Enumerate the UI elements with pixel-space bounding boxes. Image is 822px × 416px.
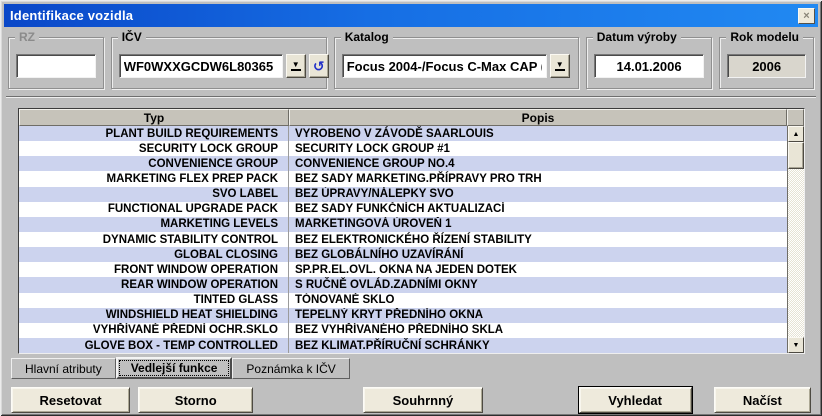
typ-cell: WINDSHIELD HEAT SHIELDING (19, 308, 289, 323)
window-title: Identifikace vozidla (10, 8, 798, 23)
table-row[interactable]: MARKETING LEVELSMARKETINGOVÁ ÚROVEŇ 1 (19, 217, 787, 232)
popis-cell: BEZ SADY MARKETING.PŘÍPRAVY PRO TRH (289, 171, 787, 186)
attribute-table: Typ Popis PLANT BUILD REQUIREMENTSVYROBE… (18, 108, 805, 354)
titlebar: Identifikace vozidla × (4, 4, 818, 27)
popis-cell: BEZ KLIMAT.PŘÍRUČNÍ SCHRÁNKY (289, 338, 787, 353)
typ-cell: PLANT BUILD REQUIREMENTS (19, 126, 289, 141)
attribute-table-body: PLANT BUILD REQUIREMENTSVYROBENO V ZÁVOD… (19, 126, 787, 353)
icv-label: IČV (118, 30, 146, 44)
popis-cell: BEZ GLOBÁLNÍHO UZAVÍRÁNÍ (289, 247, 787, 262)
table-row[interactable]: TINTED GLASSTÓNOVANÉ SKLO (19, 293, 787, 308)
vyhledat-button[interactable]: Vyhledat (579, 387, 692, 413)
table-row[interactable]: FUNCTIONAL UPGRADE PACKBEZ SADY FUNKČNÍC… (19, 202, 787, 217)
datum-vyroby-groupbox: Datum výroby (586, 37, 713, 89)
tab-hlavni-atributy[interactable]: Hlavní atributy (11, 358, 116, 379)
datum-vyroby-input[interactable] (594, 54, 705, 78)
rz-label: RZ (15, 30, 39, 44)
typ-cell: DYNAMIC STABILITY CONTROL (19, 232, 289, 247)
storno-button[interactable]: Storno (138, 387, 253, 413)
rok-modelu-groupbox: Rok modelu 2006 (719, 37, 814, 89)
dropdown-icon: ▼ (291, 61, 301, 71)
icv-dropdown-button[interactable]: ▼ (286, 54, 306, 78)
table-row[interactable]: MARKETING FLEX PREP PACKBEZ SADY MARKETI… (19, 171, 787, 186)
close-icon: × (803, 10, 809, 22)
typ-cell: CONVENIENCE GROUP (19, 156, 289, 171)
resetovat-button[interactable]: Resetovat (11, 387, 130, 413)
popis-cell: BEZ ELEKTRONICKÉHO ŘÍZENÍ STABILITY (289, 232, 787, 247)
scrollbar-track[interactable] (788, 142, 804, 337)
tab-vedlejsi-funkce[interactable]: Vedlejší funkce (116, 357, 233, 379)
table-row[interactable]: REAR WINDOW OPERATIONS RUČNĚ OVLÁD.ZADNÍ… (19, 277, 787, 292)
popis-cell: VYROBENO V ZÁVODĚ SAARLOUIS (289, 126, 787, 141)
tab-label: Poznámka k IČV (246, 362, 335, 376)
popis-cell: MARKETINGOVÁ ÚROVEŇ 1 (289, 217, 787, 232)
table-row[interactable]: CONVENIENCE GROUPCONVENIENCE GROUP NO.4 (19, 156, 787, 171)
undo-icon: ↺ (313, 59, 325, 73)
nacist-button[interactable]: Načíst (714, 387, 811, 413)
typ-cell: VYHŘÍVANÉ PŘEDNÍ OCHR.SKLO (19, 323, 289, 338)
typ-cell: GLOVE BOX - TEMP CONTROLLED (19, 338, 289, 353)
header-corner (787, 109, 804, 126)
close-button[interactable]: × (798, 8, 815, 24)
table-row[interactable]: VYHŘÍVANÉ PŘEDNÍ OCHR.SKLOBEZ VYHŘÍVANÉH… (19, 323, 787, 338)
tab-label: Vedlejší funkce (131, 361, 218, 375)
table-row[interactable]: WINDSHIELD HEAT SHIELDINGTEPELNÝ KRYT PŘ… (19, 308, 787, 323)
typ-cell: SECURITY LOCK GROUP (19, 141, 289, 156)
dropdown-icon: ▼ (555, 61, 565, 71)
popis-cell: BEZ ÚPRAVY/NÁLEPKY SVO (289, 187, 787, 202)
typ-cell: REAR WINDOW OPERATION (19, 277, 289, 292)
typ-cell: FUNCTIONAL UPGRADE PACK (19, 202, 289, 217)
fields-row: RZ IČV ▼ ↺ Katalog ▼ Datum výroby Rok mo… (8, 37, 814, 89)
table-row[interactable]: GLOBAL CLOSINGBEZ GLOBÁLNÍHO UZAVÍRÁNÍ (19, 247, 787, 262)
scroll-down-icon: ▼ (793, 342, 800, 349)
popis-cell: CONVENIENCE GROUP NO.4 (289, 156, 787, 171)
horizontal-separator (6, 96, 816, 98)
popis-cell: TEPELNÝ KRYT PŘEDNÍHO OKNA (289, 308, 787, 323)
katalog-label: Katalog (341, 30, 393, 44)
table-header: Typ Popis (19, 109, 804, 126)
popis-cell: BEZ VYHŘÍVANÉHO PŘEDNÍHO SKLA (289, 323, 787, 338)
table-row[interactable]: FRONT WINDOW OPERATIONSP.PR.EL.OVL. OKNA… (19, 262, 787, 277)
popis-cell: TÓNOVANÉ SKLO (289, 293, 787, 308)
identification-dialog: Identifikace vozidla × RZ IČV ▼ ↺ Katalo… (0, 0, 822, 416)
katalog-input[interactable] (342, 54, 547, 78)
table-row[interactable]: GLOVE BOX - TEMP CONTROLLEDBEZ KLIMAT.PŘ… (19, 338, 787, 353)
tabstrip: Hlavní atributy Vedlejší funkce Poznámka… (11, 358, 819, 379)
popis-cell: S RUČNĚ OVLÁD.ZADNÍMI OKNY (289, 277, 787, 292)
popis-cell: SECURITY LOCK GROUP #1 (289, 141, 787, 156)
scroll-up-button[interactable]: ▲ (788, 126, 804, 142)
rz-input[interactable] (16, 54, 96, 78)
datum-vyroby-label: Datum výroby (593, 30, 681, 44)
table-row[interactable]: PLANT BUILD REQUIREMENTSVYROBENO V ZÁVOD… (19, 126, 787, 141)
scroll-up-icon: ▲ (793, 131, 800, 138)
table-row[interactable]: DYNAMIC STABILITY CONTROLBEZ ELEKTRONICK… (19, 232, 787, 247)
typ-cell: TINTED GLASS (19, 293, 289, 308)
typ-cell: MARKETING FLEX PREP PACK (19, 171, 289, 186)
tab-label: Hlavní atributy (25, 362, 102, 376)
scroll-down-button[interactable]: ▼ (788, 337, 804, 353)
icv-input[interactable] (119, 54, 283, 78)
typ-cell: MARKETING LEVELS (19, 217, 289, 232)
katalog-dropdown-button[interactable]: ▼ (550, 54, 570, 78)
typ-cell: SVO LABEL (19, 187, 289, 202)
rok-modelu-label: Rok modelu (726, 30, 803, 44)
popis-cell: SP.PR.EL.OVL. OKNA NA JEDEN DOTEK (289, 262, 787, 277)
button-bar: Resetovat Storno Souhrnný Vyhledat Načís… (11, 387, 811, 413)
icv-groupbox: IČV ▼ ↺ (111, 37, 327, 89)
popis-column-header: Popis (289, 109, 787, 126)
typ-cell: GLOBAL CLOSING (19, 247, 289, 262)
rok-modelu-value: 2006 (727, 54, 806, 78)
icv-undo-button[interactable]: ↺ (309, 54, 329, 78)
typ-column-header: Typ (19, 109, 289, 126)
tab-poznamka-k-icv[interactable]: Poznámka k IČV (232, 358, 349, 379)
vertical-scrollbar[interactable]: ▲ ▼ (787, 126, 804, 353)
table-row[interactable]: SECURITY LOCK GROUPSECURITY LOCK GROUP #… (19, 141, 787, 156)
typ-cell: FRONT WINDOW OPERATION (19, 262, 289, 277)
scrollbar-thumb[interactable] (788, 142, 804, 169)
rz-groupbox: RZ (8, 37, 104, 89)
souhrnny-button[interactable]: Souhrnný (363, 387, 482, 413)
table-row[interactable]: SVO LABELBEZ ÚPRAVY/NÁLEPKY SVO (19, 187, 787, 202)
popis-cell: BEZ SADY FUNKČNÍCH AKTUALIZACÍ (289, 202, 787, 217)
katalog-groupbox: Katalog ▼ (334, 37, 579, 89)
